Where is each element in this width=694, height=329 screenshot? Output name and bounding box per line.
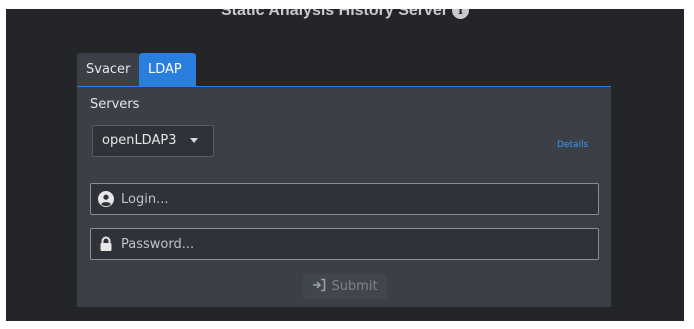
- details-link[interactable]: Details: [557, 140, 588, 150]
- server-select[interactable]: openLDAP3: [92, 125, 214, 157]
- chevron-down-icon: [190, 138, 198, 143]
- password-input[interactable]: [121, 229, 591, 259]
- submit-label: Submit: [331, 279, 378, 294]
- app-window: Static Analysis History Server i Svacer L…: [6, 9, 684, 321]
- sign-in-icon: [313, 278, 326, 292]
- page-title: Static Analysis History Server i: [6, 9, 684, 20]
- tab-ldap[interactable]: LDAP: [139, 53, 196, 86]
- lock-icon: [100, 236, 112, 251]
- info-icon[interactable]: i: [452, 9, 470, 19]
- servers-label: Servers: [90, 97, 140, 112]
- server-select-value: openLDAP3: [102, 133, 177, 148]
- ldap-login-panel: Servers openLDAP3 Details Login... Submi…: [77, 86, 611, 307]
- login-input[interactable]: [121, 184, 591, 214]
- tab-svacer[interactable]: Svacer: [77, 53, 139, 86]
- password-field[interactable]: [90, 228, 599, 260]
- user-icon: [98, 191, 114, 207]
- page-title-text: Static Analysis History Server: [220, 9, 449, 19]
- login-field[interactable]: [90, 183, 599, 215]
- submit-button[interactable]: Submit: [303, 274, 387, 299]
